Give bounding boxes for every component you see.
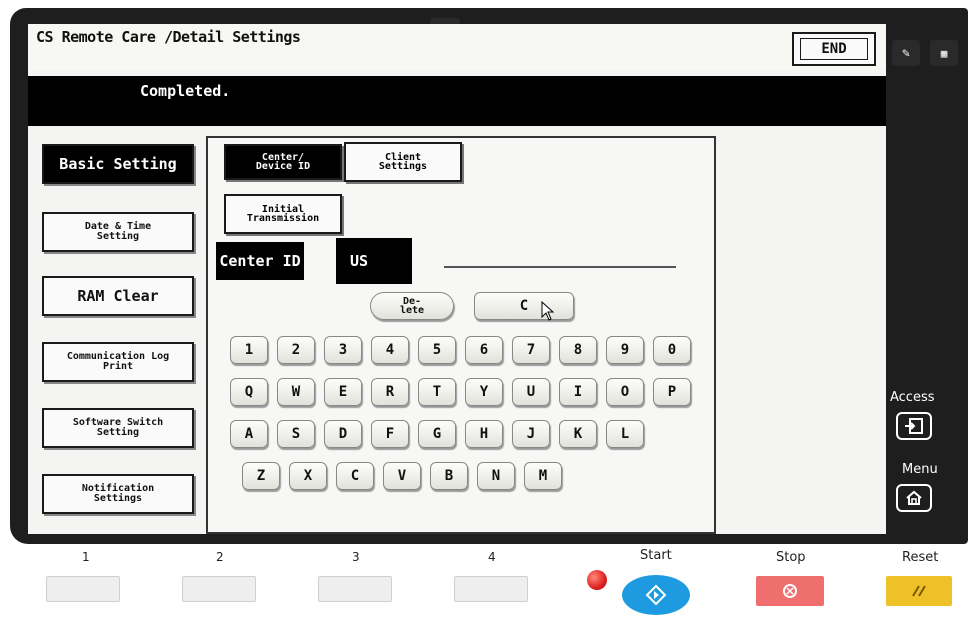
menu-ram-clear[interactable]: RAM Clear (42, 276, 194, 316)
reset-button[interactable] (886, 576, 952, 606)
key-c[interactable]: C (336, 462, 374, 490)
key-7[interactable]: 7 (512, 336, 550, 364)
key-3[interactable]: 3 (324, 336, 362, 364)
key-b[interactable]: B (430, 462, 468, 490)
key-m[interactable]: M (524, 462, 562, 490)
key-g[interactable]: G (418, 420, 456, 448)
key-6[interactable]: 6 (465, 336, 503, 364)
key-u[interactable]: U (512, 378, 550, 406)
key-d[interactable]: D (324, 420, 362, 448)
access-icon (905, 418, 923, 434)
tab-center-device-id[interactable]: Center/ Device ID (224, 144, 342, 180)
stop-label: Stop (776, 550, 806, 565)
key-5[interactable]: 5 (418, 336, 456, 364)
register-button-1[interactable] (46, 576, 120, 602)
key-o[interactable]: O (606, 378, 644, 406)
key-9[interactable]: 9 (606, 336, 644, 364)
key-j[interactable]: J (512, 420, 550, 448)
button-label: Initial Transmission (246, 204, 320, 224)
center-id-label-text: Center ID (219, 252, 301, 270)
start-label: Start (640, 548, 672, 563)
reset-slash-icon (912, 585, 926, 597)
key-k[interactable]: K (559, 420, 597, 448)
key-n[interactable]: N (477, 462, 515, 490)
keypad-icon[interactable]: ▦ (930, 40, 958, 66)
menu-communication-log-print[interactable]: Communication Log Print (42, 342, 194, 382)
status-bar: Completed. (28, 76, 886, 126)
key-0[interactable]: 0 (653, 336, 691, 364)
register-button-3[interactable] (318, 576, 392, 602)
key-h[interactable]: H (465, 420, 503, 448)
device-bezel: CS Remote Care /Detail Settings END Comp… (10, 8, 968, 544)
menu-label: Menu (902, 462, 938, 477)
reset-label: Reset (902, 550, 939, 565)
key-x[interactable]: X (289, 462, 327, 490)
key-l[interactable]: L (606, 420, 644, 448)
menu-software-switch-setting[interactable]: Software Switch Setting (42, 408, 194, 448)
delete-key[interactable]: De- lete (370, 292, 454, 320)
key-i[interactable]: I (559, 378, 597, 406)
page-title: CS Remote Care /Detail Settings (36, 28, 301, 46)
menu-label: Communication Log Print (66, 351, 170, 372)
center-id-label: Center ID (216, 242, 304, 280)
center-id-value-text: US (350, 252, 369, 270)
key-v[interactable]: V (383, 462, 421, 490)
delete-key-label: De- lete (399, 296, 425, 316)
key-1[interactable]: 1 (230, 336, 268, 364)
menu-basic-setting[interactable]: Basic Setting (42, 144, 194, 184)
menu-label: Basic Setting (59, 155, 177, 173)
key-z[interactable]: Z (242, 462, 280, 490)
pencil-icon[interactable]: ✎ (892, 40, 920, 66)
menu-notification-settings[interactable]: Notification Settings (42, 474, 194, 514)
mouse-cursor-icon (541, 301, 555, 321)
tab-label: Center/ Device ID (255, 152, 311, 172)
touch-screen: CS Remote Care /Detail Settings END Comp… (28, 24, 886, 534)
register-button-4[interactable] (454, 576, 528, 602)
title-bar: CS Remote Care /Detail Settings END (28, 24, 886, 70)
input-underline (444, 266, 676, 268)
menu-label: Date & Time Setting (84, 221, 152, 242)
key-a[interactable]: A (230, 420, 268, 448)
end-button[interactable]: END (792, 32, 876, 66)
key-8[interactable]: 8 (559, 336, 597, 364)
center-id-value[interactable]: US (336, 238, 412, 284)
menu-label: RAM Clear (77, 287, 159, 305)
key-y[interactable]: Y (465, 378, 503, 406)
menu-label: Software Switch Setting (72, 417, 164, 438)
menu-label: Notification Settings (81, 483, 155, 504)
key-f[interactable]: F (371, 420, 409, 448)
end-button-frame (800, 38, 868, 60)
key-2[interactable]: 2 (277, 336, 315, 364)
key-w[interactable]: W (277, 378, 315, 406)
access-button[interactable] (896, 412, 932, 440)
register-button-2[interactable] (182, 576, 256, 602)
tab-label: Client Settings (378, 152, 428, 172)
register-number: 1 (82, 550, 90, 564)
clear-key[interactable]: C (474, 292, 574, 320)
menu-date-time-setting[interactable]: Date & Time Setting (42, 212, 194, 252)
key-4[interactable]: 4 (371, 336, 409, 364)
settings-panel: Center/ Device ID Client Settings Initia… (206, 136, 716, 534)
access-label: Access (890, 390, 935, 405)
tab-client-settings[interactable]: Client Settings (344, 142, 462, 182)
home-icon (906, 490, 922, 505)
key-s[interactable]: S (277, 420, 315, 448)
key-p[interactable]: P (653, 378, 691, 406)
key-q[interactable]: Q (230, 378, 268, 406)
status-indicator-light (587, 570, 607, 590)
key-e[interactable]: E (324, 378, 362, 406)
register-number: 2 (216, 550, 224, 564)
start-button[interactable] (622, 575, 690, 615)
stop-icon (783, 584, 797, 598)
key-r[interactable]: R (371, 378, 409, 406)
key-t[interactable]: T (418, 378, 456, 406)
start-diamond-icon (645, 584, 667, 606)
menu-button[interactable] (896, 484, 932, 512)
stop-button[interactable] (756, 576, 824, 606)
register-number: 3 (352, 550, 360, 564)
initial-transmission-button[interactable]: Initial Transmission (224, 194, 342, 234)
status-message: Completed. (140, 82, 231, 100)
register-number: 4 (488, 550, 496, 564)
clear-key-label: C (519, 298, 529, 314)
